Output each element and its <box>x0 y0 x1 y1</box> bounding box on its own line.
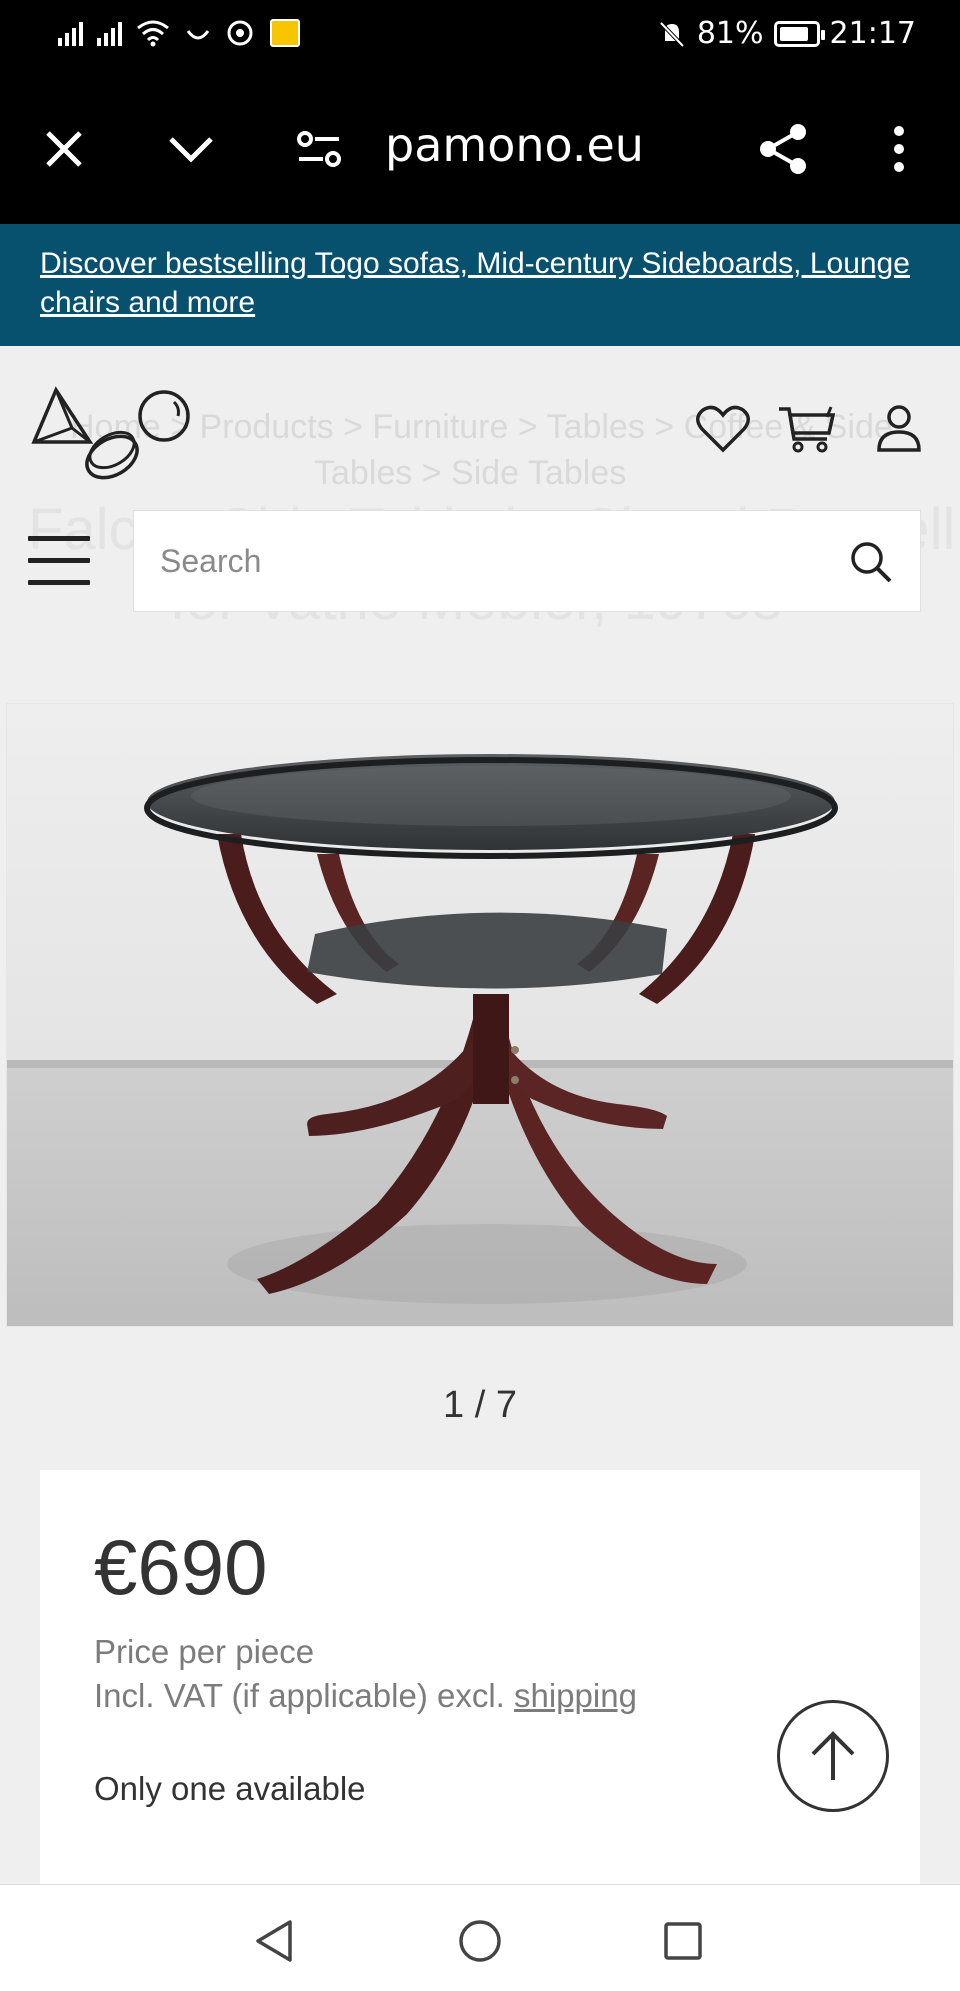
pamono-logo[interactable] <box>28 384 198 492</box>
gallery-counter: 1 / 7 <box>443 1384 517 1426</box>
search-icon[interactable] <box>848 539 894 585</box>
search-box <box>133 510 921 612</box>
back-triangle-icon <box>256 1920 292 1962</box>
wifi-icon <box>137 20 169 47</box>
more-options-button[interactable] <box>864 114 934 184</box>
site-header: Home > Products > Furniture > Tables > C… <box>0 346 960 694</box>
battery-fill <box>779 26 808 41</box>
battery-percent: 81% <box>696 16 764 51</box>
signal-2-icon <box>97 20 122 46</box>
vat-note: Incl. VAT (if applicable) excl. shipping <box>94 1674 637 1718</box>
home-button[interactable] <box>452 1913 508 1969</box>
hamburger-menu-button[interactable] <box>26 532 92 590</box>
collapse-button[interactable] <box>156 114 226 184</box>
account-button[interactable] <box>868 398 930 460</box>
wishlist-button[interactable] <box>692 398 754 460</box>
scroll-to-top-button[interactable] <box>777 1700 889 1812</box>
recents-square-icon <box>664 1922 702 1960</box>
system-nav-bar <box>0 1884 960 1991</box>
promo-link[interactable]: Discover bestselling Togo sofas, Mid-cen… <box>40 247 910 319</box>
arrow-up-icon <box>811 1731 855 1780</box>
availability-text: Only one available <box>94 1770 366 1807</box>
status-icons-right: 81% 21:17 <box>657 16 916 51</box>
clock: 21:17 <box>829 16 916 51</box>
chevron-down-icon <box>169 137 213 163</box>
price-card: €690 Price per piece Incl. VAT (if appli… <box>40 1470 920 1890</box>
share-button[interactable] <box>749 114 819 184</box>
browser-toolbar: pamono.eu <box>0 72 960 224</box>
cart-icon <box>779 406 836 453</box>
side-table-photo <box>7 704 953 1326</box>
close-tab-button[interactable] <box>29 114 99 184</box>
heart-icon <box>696 405 750 453</box>
mute-bell-icon <box>659 21 685 47</box>
more-vert-icon <box>894 126 904 172</box>
share-icon <box>760 124 806 174</box>
shipping-link[interactable]: shipping <box>514 1677 637 1714</box>
home-circle-icon <box>459 1920 501 1962</box>
close-icon <box>46 131 82 167</box>
url-text[interactable]: pamono.eu <box>385 118 644 172</box>
price: €690 <box>94 1523 268 1611</box>
user-icon <box>877 405 921 452</box>
promo-banner: Discover bestselling Togo sofas, Mid-cen… <box>0 224 960 346</box>
back-button[interactable] <box>246 1913 302 1969</box>
product-image[interactable] <box>6 703 954 1327</box>
recents-button[interactable] <box>655 1913 711 1969</box>
price-per-label: Price per piece <box>94 1633 315 1670</box>
status-icons-left <box>58 18 300 48</box>
smile-icon <box>186 30 210 40</box>
menu-icon <box>28 536 90 541</box>
target-icon <box>227 20 253 46</box>
breadcrumb-line-2: Tables > Side Tables <box>314 454 627 492</box>
cart-button[interactable] <box>776 398 838 460</box>
battery-icon <box>773 20 825 47</box>
site-settings-button[interactable] <box>284 114 354 184</box>
price-note: Price per piece Incl. VAT (if applicable… <box>94 1630 637 1718</box>
vat-text: Incl. VAT (if applicable) excl. <box>94 1677 514 1714</box>
status-bar: 81% 21:17 <box>0 0 960 72</box>
search-input[interactable] <box>160 533 800 589</box>
mail-notification-icon <box>270 19 300 47</box>
signal-icon <box>58 20 83 46</box>
tune-icon <box>297 131 341 167</box>
